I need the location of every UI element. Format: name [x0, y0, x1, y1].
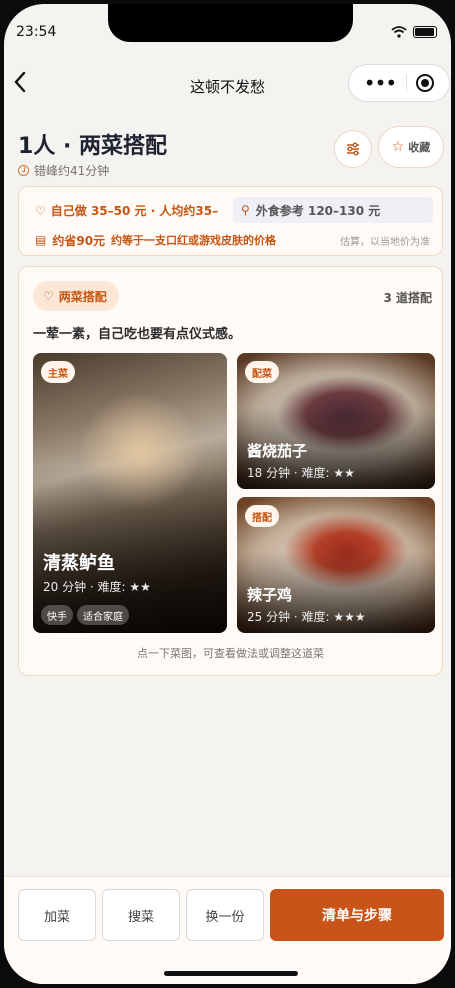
star-outline-icon: ☆: [391, 139, 405, 155]
clock-icon: [18, 165, 29, 176]
dish-badge: 快手: [41, 605, 73, 625]
scooter-icon: ⚲: [241, 203, 250, 217]
mini-program-capsule: •••: [348, 64, 450, 102]
status-icons: [391, 26, 437, 38]
savings-description: 约等于一支口红或游戏皮肤的价格: [111, 234, 277, 247]
notch: [108, 4, 353, 42]
nav-bar: 这顿不发愁 •••: [4, 64, 451, 104]
bottom-action-bar: 加菜 搜菜 换一份 清单与步骤: [4, 876, 451, 984]
search-dish-button[interactable]: 搜菜: [102, 889, 180, 941]
combo-slogan: 一荤一素，自己吃也要有点仪式感。: [33, 327, 242, 342]
dish-card-pairing[interactable]: 搭配 辣子鸡 25 分钟 · 难度: ★★★: [237, 497, 435, 633]
phone-screen: 23:54 这顿不发愁 ••• 1人 · 两菜搭配 错峰约41分钟 ☆ 收藏 ♡…: [4, 4, 451, 984]
combo-card: ♡ 两菜搭配 3 道搭配 一荤一素，自己吃也要有点仪式感。 主菜 清蒸鲈鱼 20…: [18, 266, 443, 676]
capsule-divider: [405, 74, 407, 92]
dish-badge: 适合家庭: [77, 605, 129, 625]
dish-badges: 快手 适合家庭: [41, 605, 129, 625]
self-cook-cost: ♡ 自己做 35–50 元 · 人均约35–: [35, 202, 218, 219]
cost-row: ♡ 自己做 35–50 元 · 人均约35– ⚲ 外食参考 120–130 元: [19, 197, 442, 223]
dish-meta: 18 分钟 · 难度: ★★: [247, 466, 355, 480]
cup-icon: ♡: [35, 203, 46, 218]
favorite-button[interactable]: ☆ 收藏: [378, 126, 444, 168]
subtitle-text: 错峰约41分钟: [34, 164, 110, 178]
cost-card: ♡ 自己做 35–50 元 · 人均约35– ⚲ 外食参考 120–130 元 …: [18, 186, 443, 256]
more-dots-icon[interactable]: •••: [364, 73, 397, 93]
combo-tag-label: 两菜搭配: [58, 289, 107, 304]
dish-card-side[interactable]: 配菜 酱烧茄子 18 分钟 · 难度: ★★: [237, 353, 435, 489]
dish-tag: 配菜: [245, 361, 279, 383]
add-dish-button[interactable]: 加菜: [18, 889, 96, 941]
combo-tag: ♡ 两菜搭配: [33, 281, 119, 311]
favorite-label: 收藏: [408, 141, 431, 154]
dish-name: 辣子鸡: [247, 586, 293, 604]
dish-meta: 25 分钟 · 难度: ★★★: [247, 610, 366, 624]
dish-name: 酱烧茄子: [247, 442, 308, 460]
dish-card-main[interactable]: 主菜 清蒸鲈鱼 20 分钟 · 难度: ★★ 快手 适合家庭: [33, 353, 227, 633]
page-title: 1人 · 两菜搭配: [18, 134, 167, 159]
savings-amount: 约省90元: [52, 233, 106, 248]
page-subtitle: 错峰约41分钟: [18, 162, 109, 179]
takeout-reference: ⚲ 外食参考 120–130 元: [233, 197, 433, 223]
target-icon[interactable]: [416, 74, 435, 92]
sliders-icon: [347, 142, 359, 156]
estimate-note: 估算，以当地价为准: [340, 236, 430, 248]
home-indicator: [164, 971, 298, 976]
battery-icon: [413, 26, 437, 38]
swap-combo-button[interactable]: 换一份: [186, 889, 264, 941]
combo-count: 3 道搭配: [383, 291, 432, 305]
self-cook-text: 自己做 35–50 元 · 人均约35–: [50, 204, 219, 218]
dish-name: 清蒸鲈鱼: [43, 553, 115, 574]
wifi-icon: [391, 26, 407, 38]
settings-button[interactable]: [334, 130, 372, 168]
dish-meta: 20 分钟 · 难度: ★★: [43, 580, 151, 594]
dish-tag: 搭配: [245, 505, 279, 527]
list-and-steps-button[interactable]: 清单与步骤: [270, 889, 444, 941]
dish-tag: 主菜: [41, 361, 75, 383]
takeout-text: 外食参考 120–130 元: [255, 203, 381, 218]
combo-hint: 点一下菜图，可查看做法或调整这道菜: [137, 647, 324, 660]
cup-icon: ♡: [43, 289, 54, 303]
status-time: 23:54: [16, 24, 57, 40]
savings-row: ▤ 约省90元 约等于一支口红或游戏皮肤的价格 估算，以当地价为准: [35, 231, 430, 249]
receipt-icon: ▤: [35, 233, 47, 247]
